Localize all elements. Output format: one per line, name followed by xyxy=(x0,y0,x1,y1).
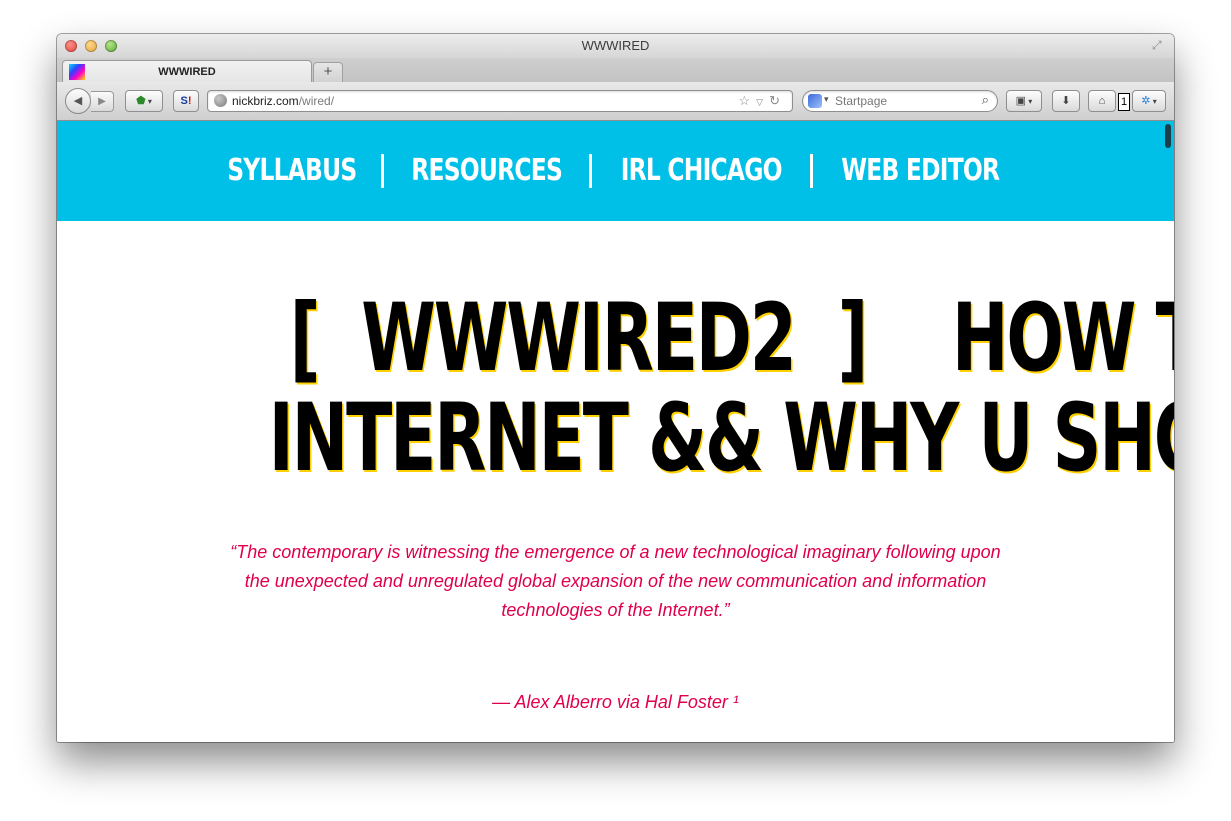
home-button[interactable]: ⌂ xyxy=(1088,90,1116,112)
bookmarks-icon: ▣ xyxy=(1015,95,1027,107)
chevron-down-icon[interactable]: ▾ xyxy=(824,94,829,105)
url-path: /wired/ xyxy=(298,94,335,108)
nav-divider xyxy=(588,154,592,188)
search-engine-icon[interactable] xyxy=(808,94,822,108)
nav-link-syllabus[interactable]: SYLLABUS xyxy=(226,156,358,186)
home-icon: ⌂ xyxy=(1098,95,1106,107)
globe-icon xyxy=(214,94,227,107)
url-host: nickbriz.com xyxy=(232,94,299,108)
search-icon[interactable]: ⌕ xyxy=(982,92,989,108)
reload-icon[interactable]: ↻ xyxy=(769,93,786,108)
sync-addon-button[interactable]: S! xyxy=(173,90,199,112)
downloads-button[interactable]: ⬇ xyxy=(1052,90,1080,112)
navigation-toolbar: ◀ ▶ ⬟ ▾ S! nickbriz.com/wired/ ☆▽↻ ▾ Sta… xyxy=(57,82,1174,121)
download-arrow-icon: ⬇ xyxy=(1061,95,1071,107)
tab-bar: WWWIRED + xyxy=(57,58,1174,83)
network-addon-button[interactable]: ✲ ▾ xyxy=(1132,90,1166,112)
address-bar[interactable]: nickbriz.com/wired/ ☆▽↻ xyxy=(207,90,793,112)
nav-divider xyxy=(810,154,814,188)
title-bar: WWWIRED ⤢ xyxy=(57,34,1174,58)
site-nav: SYLLABUS RESOURCES IRL CHICAGO WEB EDITO… xyxy=(57,121,1174,221)
url-text[interactable]: nickbriz.com/wired/ xyxy=(232,94,334,108)
chevron-down-icon: ▾ xyxy=(1026,97,1033,106)
chevron-down-icon: ▾ xyxy=(1150,97,1157,106)
tab-title: WWWIRED xyxy=(158,66,216,78)
browser-window: WWWIRED ⤢ WWWIRED + ◀ ▶ ⬟ ▾ S! nickbriz.… xyxy=(57,34,1174,742)
page-content: SYLLABUS RESOURCES IRL CHICAGO WEB EDITO… xyxy=(57,121,1174,742)
nav-link-web-editor[interactable]: WEB EDITOR xyxy=(840,156,1001,186)
nav-divider xyxy=(380,154,384,188)
window-title: WWWIRED xyxy=(581,38,650,53)
tab-wwwired[interactable]: WWWIRED xyxy=(62,60,312,83)
bookmarks-menu-button[interactable]: ▣ ▾ xyxy=(1006,90,1042,112)
shield-addon-icon: ⬟ xyxy=(136,95,146,107)
nav-link-resources[interactable]: RESOURCES xyxy=(409,156,563,186)
epigraph-quote: “The contemporary is witnessing the emer… xyxy=(230,542,1001,620)
search-input[interactable]: Startpage xyxy=(835,94,887,108)
nav-link-irl-chicago[interactable]: IRL CHICAGO xyxy=(619,156,783,186)
fullscreen-icon[interactable]: ⤢ xyxy=(1152,38,1166,52)
headline-line-1: [ WWWIRED2 ] HOW TO MAKE xyxy=(289,284,1174,393)
counter-badge: 1 xyxy=(1118,93,1130,111)
forward-button[interactable]: ▶ xyxy=(91,91,114,112)
url-actions: ☆▽↻ xyxy=(739,93,786,109)
quote-attribution[interactable]: — Alex Alberro via Hal Foster ¹ xyxy=(57,692,1174,713)
addon-menu-button[interactable]: ⬟ ▾ xyxy=(125,90,163,112)
bookmark-star-icon[interactable]: ☆ xyxy=(739,93,757,108)
history-dropdown-icon[interactable]: ▽ xyxy=(756,97,769,107)
search-bar[interactable]: ▾ Startpage ⌕ xyxy=(802,90,998,112)
scrollbar-thumb[interactable] xyxy=(1165,124,1171,148)
chevron-down-icon: ▾ xyxy=(145,97,152,106)
new-tab-button[interactable]: + xyxy=(313,62,343,82)
back-button[interactable]: ◀ xyxy=(65,88,91,114)
page-title: [ WWWIRED2 ] HOW TO MAKE INTERNET && WHY… xyxy=(57,289,1174,489)
headline-line-2: INTERNET && WHY U SHOULD xyxy=(268,384,1174,493)
s-addon-icon: S! xyxy=(180,95,192,107)
